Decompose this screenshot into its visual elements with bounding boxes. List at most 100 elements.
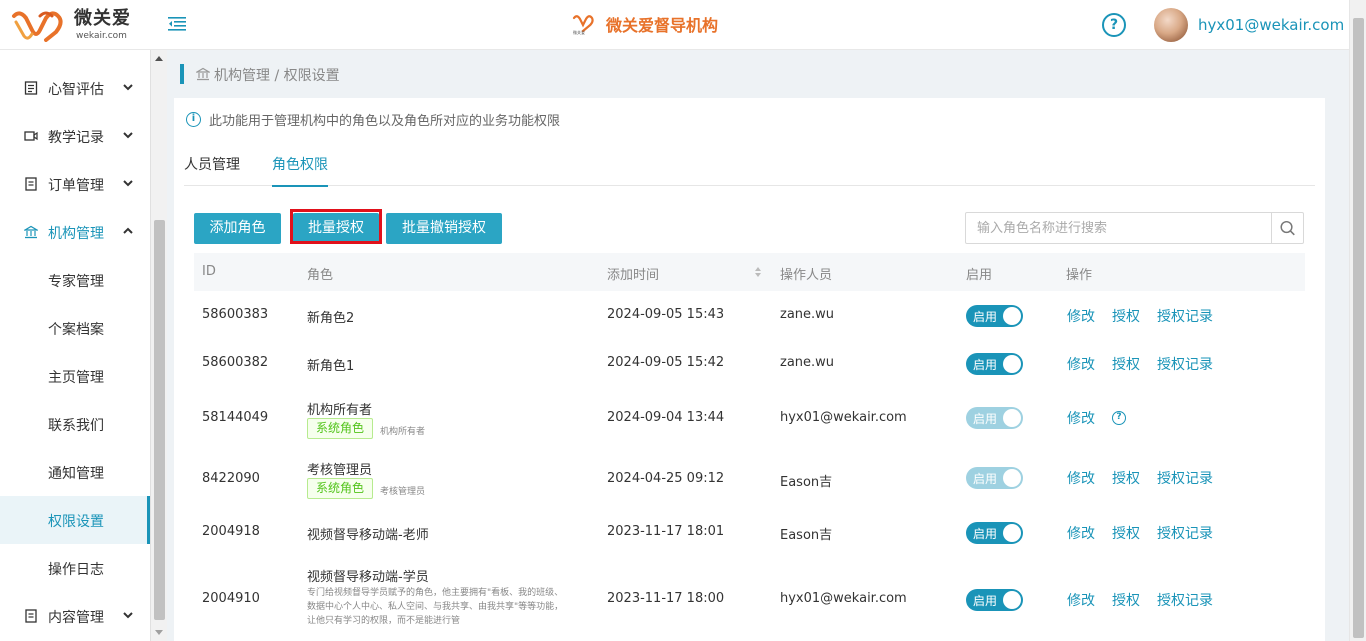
tab-bar: 人员管理 角色权限	[184, 144, 1315, 187]
edit-link[interactable]: 修改	[1067, 468, 1095, 488]
cell-operator: hyx01@wekair.com	[780, 410, 907, 425]
cell-role: 视频督导移动端-老师	[307, 528, 429, 543]
page-scrollbar[interactable]	[1349, 0, 1366, 641]
grant-link[interactable]: 授权	[1112, 306, 1140, 326]
sidebar-item-homepage[interactable]: 主页管理	[0, 352, 150, 400]
sidebar-item-content[interactable]: 内容管理	[0, 592, 150, 640]
edit-link[interactable]: 修改	[1067, 590, 1095, 610]
sidebar-item-permissions[interactable]: 权限设置	[0, 496, 150, 544]
edit-link[interactable]: 修改	[1067, 306, 1095, 326]
sidebar-item-mind-assessment[interactable]: 心智评估	[0, 64, 150, 112]
search-icon[interactable]	[1271, 213, 1303, 243]
scroll-down-arrow-icon[interactable]	[155, 630, 163, 635]
grant-history-link[interactable]: 授权记录	[1157, 523, 1213, 543]
clipboard-icon	[24, 81, 38, 95]
role-description-line: 数据中心个人中心、私人空间、与我共享、由我共享"等等功能，	[307, 602, 564, 612]
sidebar-scrollbar[interactable]	[150, 50, 167, 641]
enable-toggle[interactable]: 启用	[966, 353, 1023, 375]
enable-toggle[interactable]: 启用	[966, 589, 1023, 611]
grant-history-link[interactable]: 授权记录	[1157, 354, 1213, 374]
enable-toggle[interactable]: 启用	[966, 522, 1023, 544]
table-header: ID 角色 添加时间 操作人员 启用 操作	[194, 253, 1305, 291]
sidebar-item-label: 权限设置	[48, 514, 104, 530]
edit-link[interactable]: 修改	[1067, 354, 1095, 374]
sort-icon[interactable]	[754, 266, 762, 278]
menu-collapse-icon[interactable]	[168, 16, 186, 32]
cell-operator: zane.wu	[780, 355, 835, 370]
sidebar-item-institution[interactable]: 机构管理	[0, 208, 150, 256]
center-title: 微关爱督导机构	[606, 16, 719, 35]
toggle-label: 启用	[973, 472, 998, 486]
sidebar-item-teaching-records[interactable]: 教学记录	[0, 112, 150, 160]
question-circle-icon[interactable]: ?	[1102, 13, 1126, 37]
institution-icon	[24, 225, 38, 239]
enable-toggle[interactable]: 启用	[966, 305, 1023, 327]
sidebar-item-label: 教学记录	[48, 130, 104, 146]
cell-operator: Eason吉	[780, 475, 833, 490]
search-input[interactable]	[966, 213, 1272, 243]
grant-link[interactable]: 授权	[1112, 354, 1140, 374]
brand-mini-logo-text: 微关爱	[573, 29, 585, 35]
cell-role: 考核管理员	[307, 463, 373, 478]
logo[interactable]: 微关爱 wekair.com	[10, 8, 131, 42]
sidebar-item-notifications[interactable]: 通知管理	[0, 448, 150, 496]
batch-revoke-button[interactable]: 批量撤销授权	[386, 213, 502, 244]
sidebar-item-label: 专家管理	[48, 274, 104, 290]
brand-mini-logo-icon: 微关爱	[572, 15, 594, 35]
toggle-knob	[1003, 307, 1021, 325]
sidebar-item-case-files[interactable]: 个案档案	[0, 304, 150, 352]
sidebar-item-contact[interactable]: 联系我们	[0, 400, 150, 448]
cell-time: 2023-11-17 18:01	[607, 524, 725, 539]
grant-history-link[interactable]: 授权记录	[1157, 306, 1213, 326]
chevron-down-icon	[123, 180, 133, 187]
toggle-knob	[1003, 469, 1021, 487]
sidebar-item-label: 个案档案	[48, 322, 104, 338]
institution-icon	[196, 67, 210, 81]
top-header: 微关爱 wekair.com 微关爱 微关爱督导机构 ? hyx01@wekai…	[0, 0, 1366, 50]
grant-link[interactable]: 授权	[1112, 468, 1140, 488]
chevron-down-icon	[123, 132, 133, 139]
column-header-time[interactable]: 添加时间	[607, 264, 659, 283]
system-role-tag: 系统角色	[307, 418, 374, 439]
sidebar-item-orders[interactable]: 订单管理	[0, 160, 150, 208]
cell-role: 机构所有者	[307, 403, 373, 418]
sidebar-item-operation-log[interactable]: 操作日志	[0, 544, 150, 592]
system-role-tag: 系统角色	[307, 478, 374, 499]
sidebar-scroll-thumb[interactable]	[154, 220, 165, 620]
toggle-label: 启用	[973, 412, 998, 426]
grant-history-link[interactable]: 授权记录	[1157, 468, 1213, 488]
column-header-actions: 操作	[1066, 268, 1093, 283]
role-description-line: 专门给视频督导学员赋予的角色，他主要拥有"看板、我的班级、	[307, 588, 564, 598]
toggle-knob	[1003, 409, 1021, 427]
page-scroll-thumb[interactable]	[1353, 18, 1364, 638]
sidebar-item-label: 操作日志	[48, 562, 104, 578]
cell-operator: zane.wu	[780, 307, 835, 322]
role-description-line: 让他只有学习的权限，而不是能进行管	[307, 616, 461, 626]
cell-id: 58600383	[202, 307, 269, 322]
grant-link[interactable]: 授权	[1112, 523, 1140, 543]
edit-link[interactable]: 修改	[1067, 408, 1095, 428]
cell-time: 2024-04-25 09:12	[607, 471, 725, 486]
cell-role: 新角色2	[307, 311, 355, 326]
video-icon	[24, 131, 38, 141]
user-email[interactable]: hyx01@wekair.com	[1198, 16, 1344, 34]
add-role-button[interactable]: 添加角色	[194, 213, 281, 244]
tab-staff[interactable]: 人员管理	[184, 154, 240, 185]
tag-note: 考核管理员	[380, 487, 426, 497]
scroll-up-arrow-icon[interactable]	[155, 56, 163, 61]
question-circle-icon[interactable]: ?	[1112, 411, 1126, 425]
edit-link[interactable]: 修改	[1067, 523, 1095, 543]
table-row: 8422090 考核管理员 系统角色 考核管理员 2024-04-25 09:1…	[194, 447, 1305, 507]
chevron-down-icon	[123, 84, 133, 91]
tab-role-permissions[interactable]: 角色权限	[272, 154, 328, 187]
avatar[interactable]	[1154, 8, 1188, 42]
highlight-box	[290, 209, 382, 244]
sidebar-item-experts[interactable]: 专家管理	[0, 256, 150, 304]
grant-history-link[interactable]: 授权记录	[1157, 590, 1213, 610]
cell-id: 2004918	[202, 524, 260, 539]
toggle-knob	[1003, 591, 1021, 609]
cell-time: 2024-09-05 15:42	[607, 355, 725, 370]
toggle-label: 启用	[973, 358, 998, 372]
cell-id: 8422090	[202, 471, 260, 486]
grant-link[interactable]: 授权	[1112, 590, 1140, 610]
